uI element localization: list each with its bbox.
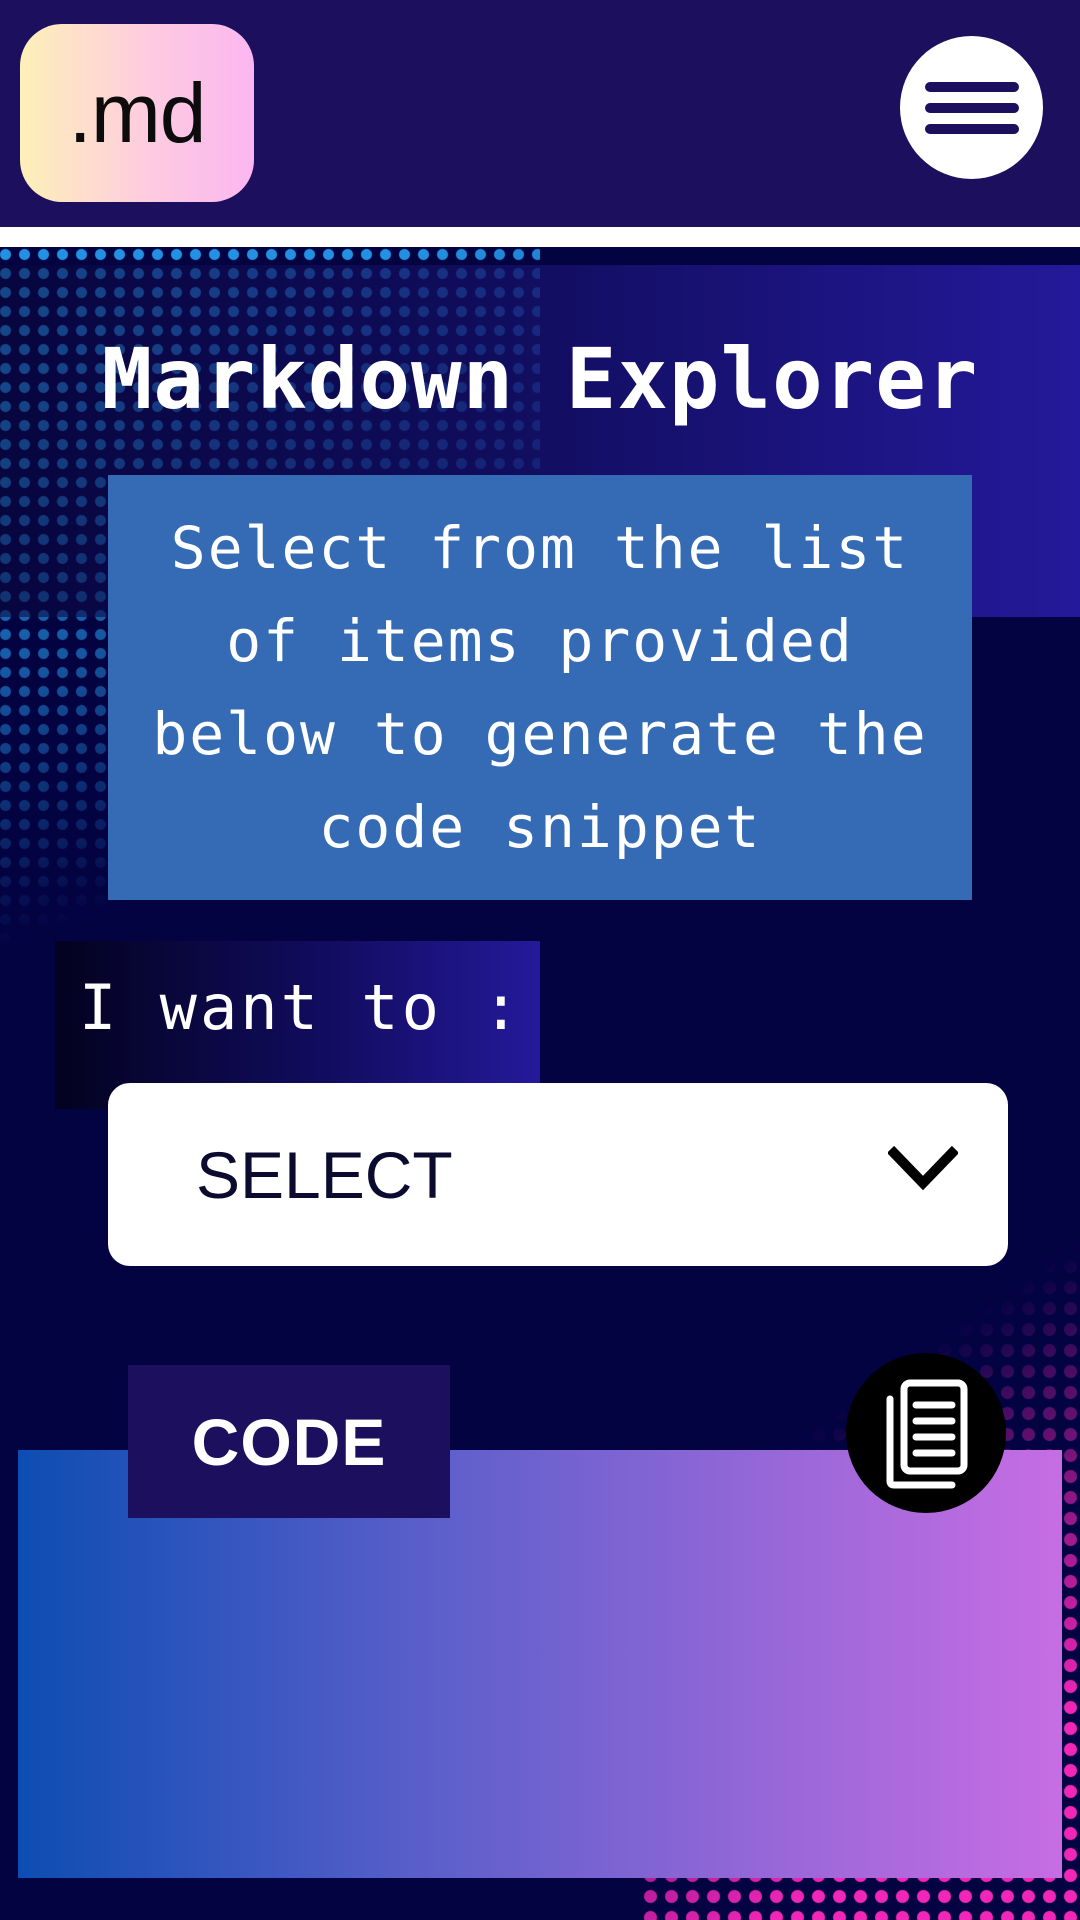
menu-button[interactable] bbox=[900, 36, 1043, 179]
intro-box: Select from the list of items provided b… bbox=[108, 475, 972, 900]
header-bar: .md bbox=[0, 0, 1080, 227]
logo[interactable]: .md bbox=[20, 24, 254, 202]
select-value: SELECT bbox=[196, 1137, 453, 1212]
code-tab-label: CODE bbox=[128, 1365, 450, 1518]
header-divider bbox=[0, 227, 1080, 247]
copy-document-icon bbox=[886, 1379, 968, 1489]
logo-text: .md bbox=[68, 65, 206, 160]
app-screen: .md Markdown Explorer Select from the li… bbox=[0, 0, 1080, 1920]
chevron-down-icon bbox=[888, 1145, 958, 1191]
action-select-dropdown[interactable]: SELECT bbox=[108, 1083, 1008, 1266]
intro-text: Select from the list of items provided b… bbox=[152, 513, 928, 861]
hamburger-menu-icon bbox=[924, 81, 1019, 134]
page-title: Markdown Explorer bbox=[101, 330, 979, 428]
copy-button[interactable] bbox=[846, 1353, 1006, 1513]
